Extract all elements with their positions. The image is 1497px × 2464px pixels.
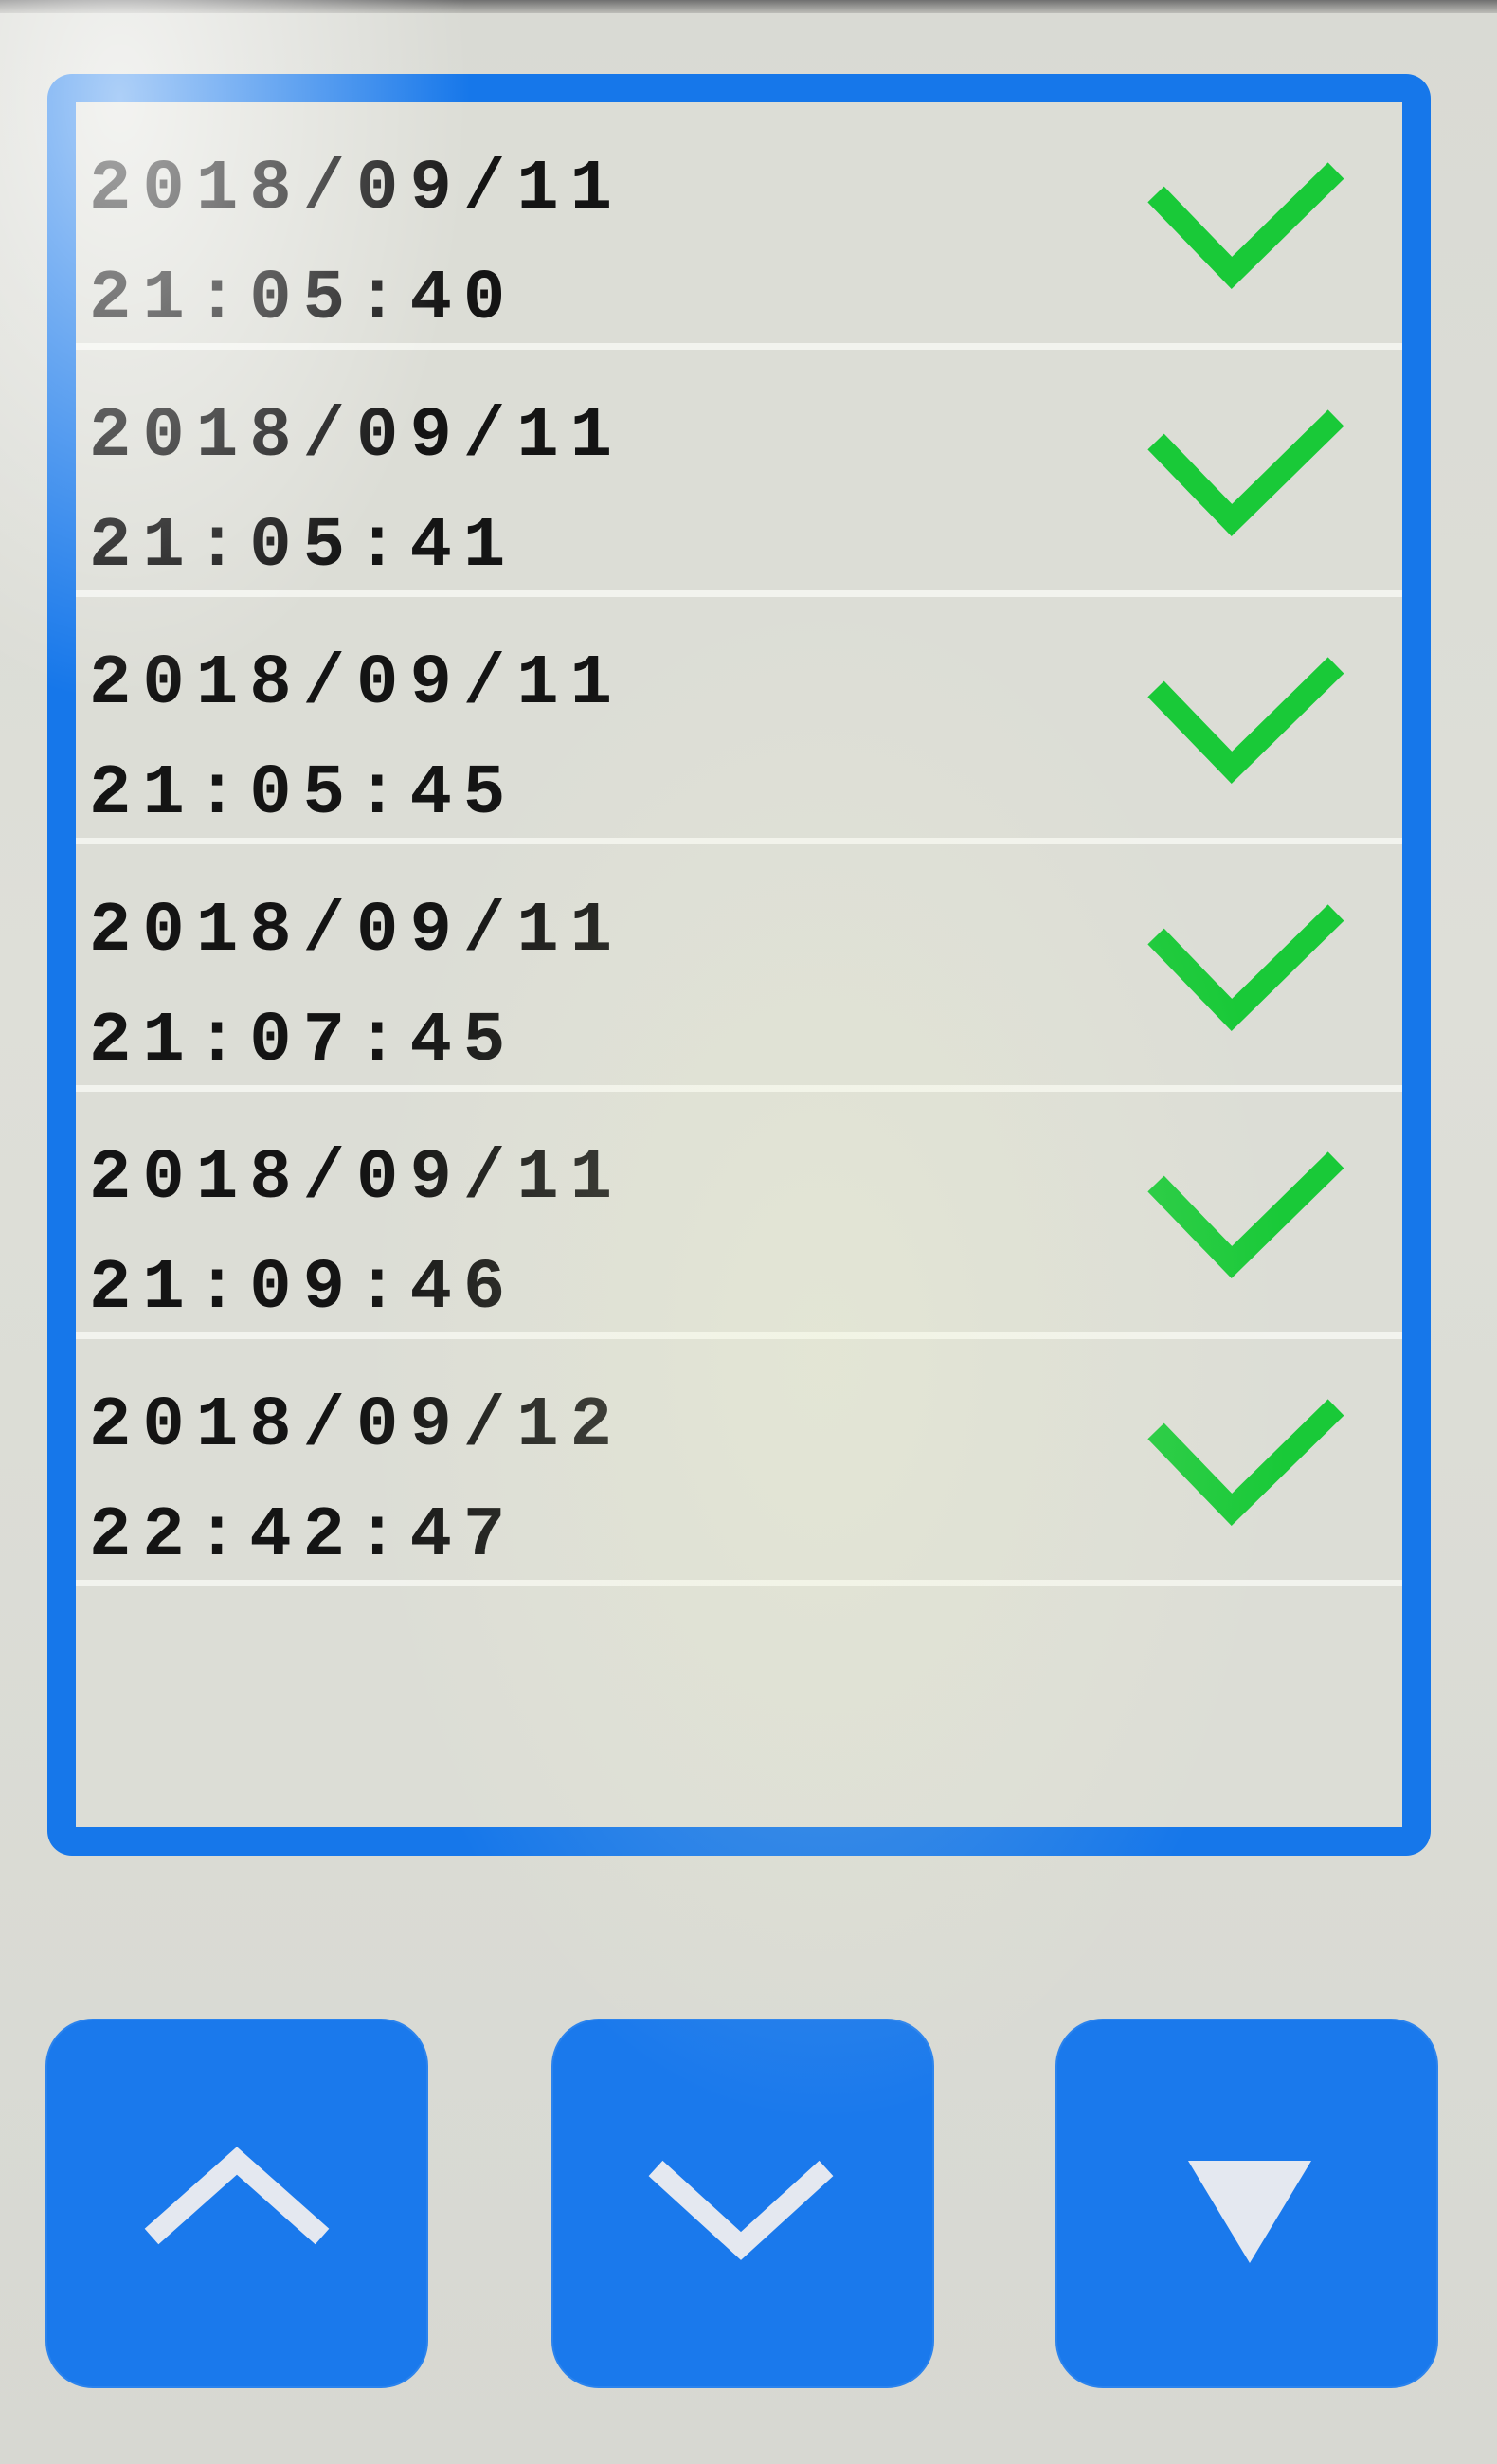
record-time: 21:09:46 bbox=[89, 1249, 517, 1329]
device-bezel-edge bbox=[0, 0, 1497, 13]
check-icon bbox=[1147, 162, 1344, 290]
chevron-down-icon bbox=[648, 2160, 834, 2260]
list-item[interactable]: 2018/09/11 21:07:45 bbox=[76, 844, 1402, 1092]
empty-list-slot bbox=[76, 1586, 1402, 1827]
list-item[interactable]: 2018/09/12 22:42:47 bbox=[76, 1339, 1402, 1586]
record-date: 2018/09/12 bbox=[89, 1386, 624, 1466]
scroll-down-button[interactable] bbox=[551, 2019, 934, 2388]
record-date: 2018/09/11 bbox=[89, 644, 624, 724]
check-icon bbox=[1147, 1399, 1344, 1527]
check-icon bbox=[1147, 657, 1344, 785]
list-item[interactable]: 2018/09/11 21:09:46 bbox=[76, 1092, 1402, 1339]
check-icon bbox=[1147, 904, 1344, 1032]
check-icon bbox=[1147, 1151, 1344, 1279]
record-text: 2018/09/11 21:07:45 bbox=[89, 877, 623, 1096]
record-date: 2018/09/11 bbox=[89, 892, 624, 971]
record-time: 21:05:45 bbox=[89, 754, 517, 834]
check-icon bbox=[1147, 409, 1344, 537]
scroll-up-button[interactable] bbox=[45, 2019, 428, 2388]
record-time: 21:05:41 bbox=[89, 507, 517, 587]
record-time: 22:42:47 bbox=[89, 1496, 517, 1576]
record-list[interactable]: 2018/09/11 21:05:40 2018/09/11 21:05:41 … bbox=[76, 102, 1402, 1827]
chevron-up-icon bbox=[144, 2147, 330, 2245]
record-text: 2018/09/11 21:05:40 bbox=[89, 135, 623, 354]
record-text: 2018/09/12 22:42:47 bbox=[89, 1371, 623, 1591]
record-time: 21:05:40 bbox=[89, 260, 517, 339]
page-end-button[interactable] bbox=[1055, 2019, 1438, 2388]
record-text: 2018/09/11 21:05:41 bbox=[89, 382, 623, 602]
record-date: 2018/09/11 bbox=[89, 150, 624, 229]
list-item[interactable]: 2018/09/11 21:05:41 bbox=[76, 350, 1402, 597]
list-item[interactable]: 2018/09/11 21:05:40 bbox=[76, 102, 1402, 350]
record-text: 2018/09/11 21:05:45 bbox=[89, 629, 623, 849]
record-list-panel: 2018/09/11 21:05:40 2018/09/11 21:05:41 … bbox=[47, 74, 1431, 1856]
list-item[interactable]: 2018/09/11 21:05:45 bbox=[76, 597, 1402, 844]
record-text: 2018/09/11 21:09:46 bbox=[89, 1124, 623, 1344]
record-date: 2018/09/11 bbox=[89, 397, 624, 477]
record-time: 21:07:45 bbox=[89, 1002, 517, 1081]
record-date: 2018/09/11 bbox=[89, 1139, 624, 1219]
triangle-down-icon bbox=[1188, 2161, 1311, 2263]
